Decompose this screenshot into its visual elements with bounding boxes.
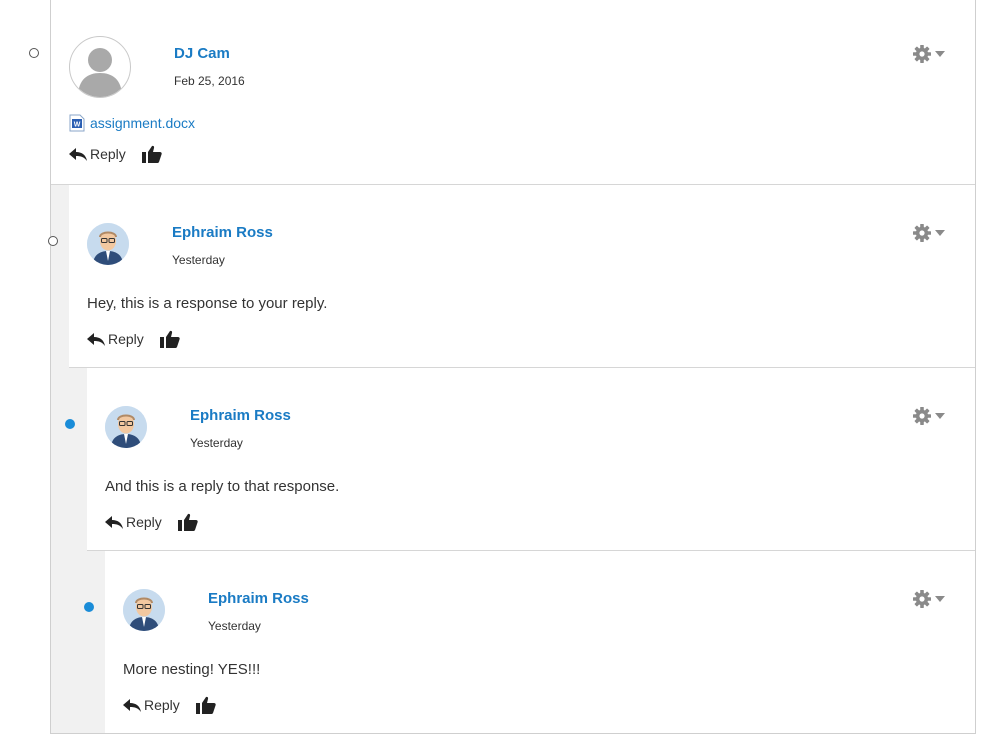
like-button[interactable] [159, 330, 180, 348]
gear-icon [913, 45, 931, 63]
comment-card: Ephraim Ross Yesterday [105, 551, 975, 733]
user-photo-avatar [123, 589, 165, 631]
settings-menu-button[interactable] [912, 406, 945, 426]
reply-button[interactable]: Reply [87, 331, 144, 347]
author-name[interactable]: Ephraim Ross [172, 224, 273, 241]
post-date: Feb 25, 2016 [174, 74, 245, 88]
comment-actions: Reply [123, 696, 216, 714]
attachment[interactable]: W assignment.docx [69, 114, 195, 132]
discussion-thread: DJ Cam Feb 25, 2016 W assignment.docx Re… [50, 0, 976, 734]
comment-body: Hey, this is a response to your reply. [87, 295, 328, 312]
comment-actions: Reply [69, 145, 162, 163]
settings-menu-button[interactable] [912, 589, 945, 609]
unread-status-marker[interactable] [65, 419, 75, 429]
user-photo-avatar [87, 223, 129, 265]
post-date: Yesterday [172, 253, 225, 267]
attachment-link[interactable]: assignment.docx [90, 115, 195, 131]
like-button[interactable] [177, 513, 198, 531]
reply-label: Reply [126, 514, 162, 530]
chevron-down-icon [935, 51, 945, 57]
comment-actions: Reply [105, 513, 198, 531]
reply-label: Reply [90, 146, 126, 162]
reply-arrow-icon [87, 332, 105, 346]
thumbs-up-icon [141, 145, 162, 163]
gear-icon [913, 224, 931, 242]
reply-label: Reply [144, 697, 180, 713]
like-button[interactable] [195, 696, 216, 714]
unread-status-marker[interactable] [84, 602, 94, 612]
author-name[interactable]: Ephraim Ross [208, 590, 309, 607]
comment-actions: Reply [87, 330, 180, 348]
read-status-marker[interactable] [48, 236, 58, 246]
comment-card: Ephraim Ross Yesterday [87, 368, 975, 551]
like-button[interactable] [141, 145, 162, 163]
settings-menu-button[interactable] [912, 44, 945, 64]
thumbs-up-icon [159, 330, 180, 348]
default-avatar-icon [69, 36, 131, 98]
read-status-marker[interactable] [29, 48, 39, 58]
comment-body: More nesting! YES!!! [123, 661, 261, 678]
author-name[interactable]: DJ Cam [174, 45, 230, 62]
reply-arrow-icon [105, 515, 123, 529]
svg-text:W: W [74, 122, 81, 129]
reply-arrow-icon [69, 147, 87, 161]
post-date: Yesterday [208, 619, 261, 633]
reply-button[interactable]: Reply [69, 146, 126, 162]
gear-icon [913, 407, 931, 425]
comment-card: DJ Cam Feb 25, 2016 W assignment.docx Re… [51, 0, 975, 185]
reply-arrow-icon [123, 698, 141, 712]
comment-card: Ephraim Ross Yesterday [69, 185, 975, 368]
gear-icon [913, 590, 931, 608]
chevron-down-icon [935, 596, 945, 602]
word-document-icon: W [69, 114, 85, 132]
chevron-down-icon [935, 413, 945, 419]
settings-menu-button[interactable] [912, 223, 945, 243]
comment-body: And this is a reply to that response. [105, 478, 340, 495]
reply-button[interactable]: Reply [105, 514, 162, 530]
user-photo-avatar [105, 406, 147, 448]
chevron-down-icon [935, 230, 945, 236]
reply-button[interactable]: Reply [123, 697, 180, 713]
author-name[interactable]: Ephraim Ross [190, 407, 291, 424]
thumbs-up-icon [195, 696, 216, 714]
post-date: Yesterday [190, 436, 243, 450]
thumbs-up-icon [177, 513, 198, 531]
reply-label: Reply [108, 331, 144, 347]
